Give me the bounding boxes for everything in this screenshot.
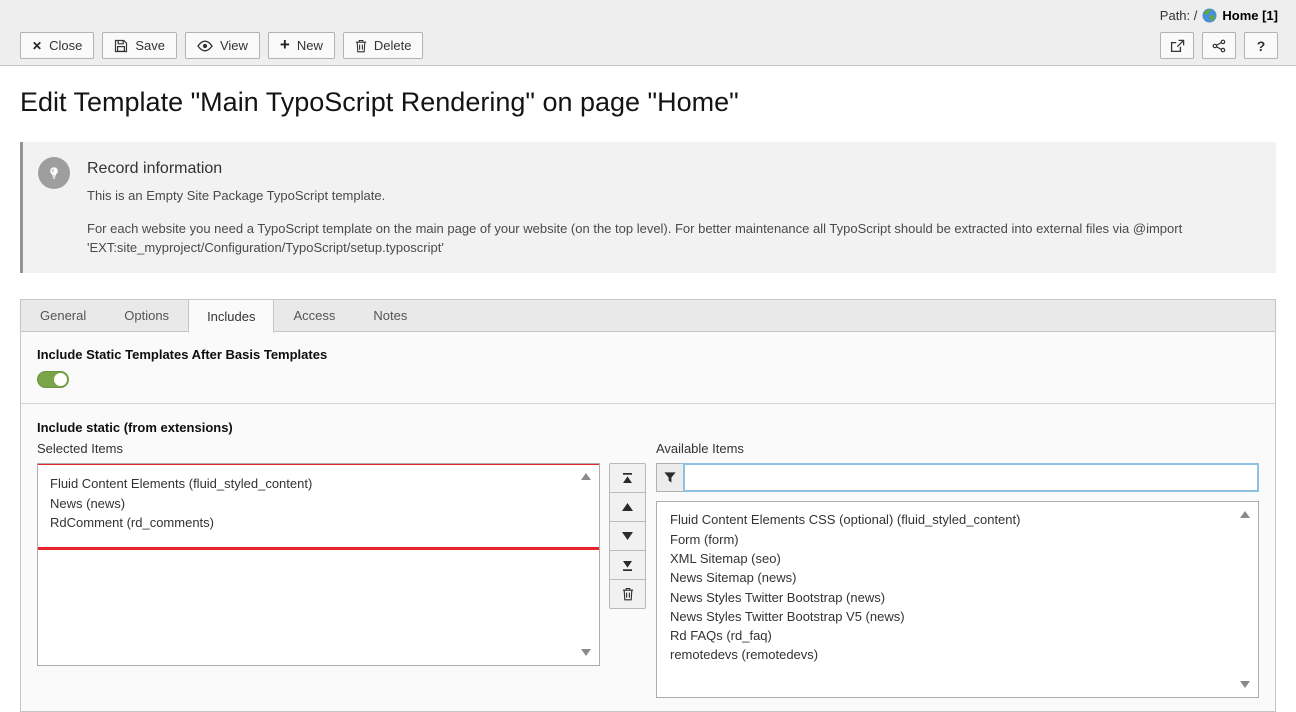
globe-icon [1202, 8, 1217, 23]
lightbulb-icon [38, 157, 70, 189]
help-button[interactable]: ? [1244, 32, 1278, 59]
record-information-callout: Record information This is an Empty Site… [20, 142, 1276, 273]
move-to-bottom-icon [622, 560, 633, 571]
view-icon [197, 40, 213, 52]
delete-icon [355, 39, 367, 53]
available-items-label: Available Items [656, 441, 1259, 459]
share-button[interactable] [1202, 32, 1236, 59]
available-item-option[interactable]: remotedevs (remotedevs) [670, 645, 1230, 664]
scroll-down-icon[interactable] [1240, 681, 1250, 688]
available-items-filter [656, 463, 1259, 492]
save-icon [114, 39, 128, 53]
available-item-option[interactable]: Rd FAQs (rd_faq) [670, 626, 1230, 645]
open-in-new-window-button[interactable] [1160, 32, 1194, 59]
trash-icon [622, 587, 634, 601]
selected-item-option[interactable]: News (news) [50, 494, 571, 514]
close-button-label: Close [49, 38, 82, 53]
doc-header-meta-buttons: ? [1160, 32, 1278, 59]
available-item-option[interactable]: Fluid Content Elements CSS (optional) (f… [670, 510, 1230, 529]
move-up-button[interactable] [609, 492, 646, 522]
scroll-up-icon[interactable] [1240, 511, 1250, 518]
new-button[interactable]: + New [268, 32, 335, 59]
selected-item-option[interactable]: Fluid Content Elements (fluid_styled_con… [50, 474, 571, 494]
path-label: Path: / [1160, 8, 1198, 23]
tab-item[interactable]: Notes [354, 299, 426, 332]
move-to-top-icon [622, 473, 633, 484]
listbox-controls [609, 463, 646, 609]
tab-panel-includes: Include Static Templates After Basis Tem… [20, 332, 1276, 712]
view-button-label: View [220, 38, 248, 53]
move-down-icon [622, 532, 633, 540]
doc-header-button-bar: ✕ Close Save View + New Delete [20, 32, 423, 59]
doc-header: Path: / Home [1] ✕ Close Save View + New [0, 0, 1296, 66]
toggle-field-label: Include Static Templates After Basis Tem… [37, 347, 1259, 362]
record-information-body: Record information This is an Empty Site… [87, 157, 1247, 257]
new-button-label: New [297, 38, 323, 53]
close-icon: ✕ [32, 39, 42, 53]
delete-button-label: Delete [374, 38, 412, 53]
available-items-column: Available Items Fluid Content Elements C… [656, 441, 1259, 698]
selected-items-label: Selected Items [37, 441, 600, 459]
available-item-option[interactable]: News Styles Twitter Bootstrap (news) [670, 588, 1230, 607]
include-static-after-toggle[interactable] [37, 371, 69, 388]
help-icon: ? [1257, 38, 1266, 54]
scroll-up-icon[interactable] [581, 473, 591, 480]
scroll-down-icon[interactable] [581, 649, 591, 656]
selected-items-listbox[interactable]: Fluid Content Elements (fluid_styled_con… [37, 463, 600, 666]
available-item-option[interactable]: XML Sitemap (seo) [670, 549, 1230, 568]
include-static-after-field: Include Static Templates After Basis Tem… [21, 332, 1275, 404]
move-to-top-button[interactable] [609, 463, 646, 493]
template-form: GeneralOptionsIncludesAccessNotes Includ… [20, 299, 1276, 712]
remove-item-button[interactable] [609, 579, 646, 609]
callout-paragraph: For each website you need a TypoScript t… [87, 220, 1247, 257]
move-to-bottom-button[interactable] [609, 550, 646, 580]
save-button-label: Save [135, 38, 165, 53]
filter-input[interactable] [683, 463, 1259, 492]
tab-item[interactable]: General [21, 299, 105, 332]
include-static-field: Include static (from extensions) Selecte… [21, 404, 1275, 711]
include-static-label: Include static (from extensions) [37, 420, 1259, 435]
close-button[interactable]: ✕ Close [20, 32, 94, 59]
callout-title: Record information [87, 160, 1247, 178]
view-button[interactable]: View [185, 32, 260, 59]
page-title: Edit Template "Main TypoScript Rendering… [20, 87, 1276, 118]
filter-icon [656, 463, 683, 492]
share-icon [1212, 39, 1226, 53]
toggle-knob [54, 373, 67, 386]
available-item-option[interactable]: Form (form) [670, 530, 1230, 549]
current-page-ref[interactable]: Home [1] [1222, 8, 1278, 23]
save-button[interactable]: Save [102, 32, 177, 59]
tab-item[interactable]: Options [105, 299, 188, 332]
tab-item[interactable]: Access [274, 299, 354, 332]
available-item-option[interactable]: News Sitemap (news) [670, 568, 1230, 587]
move-down-button[interactable] [609, 521, 646, 551]
tab-bar: GeneralOptionsIncludesAccessNotes [20, 299, 1276, 332]
move-up-icon [622, 503, 633, 511]
callout-paragraph: This is an Empty Site Package TypoScript… [87, 187, 1247, 205]
available-item-option[interactable]: News Styles Twitter Bootstrap V5 (news) [670, 607, 1230, 626]
selected-items-column: Selected Items Fluid Content Elements (f… [37, 441, 600, 666]
selected-item-option[interactable]: RdComment (rd_comments) [50, 513, 571, 533]
tab-item[interactable]: Includes [188, 299, 274, 333]
new-icon: + [280, 36, 290, 53]
delete-button[interactable]: Delete [343, 32, 424, 59]
open-in-new-window-icon [1170, 39, 1185, 53]
breadcrumb: Path: / Home [1] [1160, 8, 1278, 23]
available-items-listbox[interactable]: Fluid Content Elements CSS (optional) (f… [656, 501, 1259, 698]
